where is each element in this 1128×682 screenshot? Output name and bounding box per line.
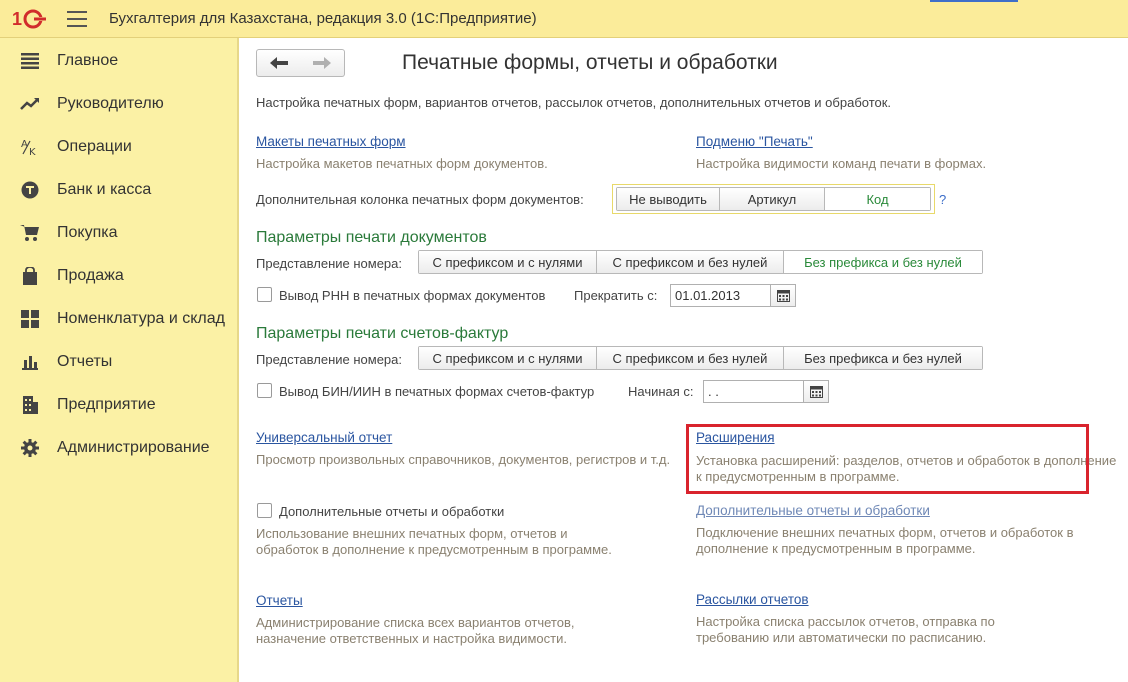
doc-number-label: Представление номера:	[256, 256, 402, 271]
sidebar-item-nomenclature[interactable]: Номенклатура и склад	[0, 299, 237, 339]
sidebar-item-manager[interactable]: Руководителю	[0, 84, 237, 124]
mailing-desc: Настройка списка рассылок отчетов, отпра…	[696, 614, 995, 645]
operations-icon: AK	[20, 137, 40, 157]
trend-icon	[20, 94, 40, 114]
doc-number-option[interactable]: С префиксом и без нулей	[597, 251, 784, 273]
bar-chart-icon	[20, 352, 40, 372]
extra-column-selector: Не выводить Артикул Код	[616, 187, 931, 211]
sidebar-item-sales[interactable]: Продажа	[0, 256, 237, 296]
back-button[interactable]	[256, 49, 301, 77]
sidebar-item-purchase[interactable]: Покупка	[0, 213, 237, 253]
invoice-number-option[interactable]: Без префикса и без нулей	[784, 347, 982, 369]
sidebar-item-administration[interactable]: Администрирование	[0, 428, 237, 468]
sidebar-item-bank[interactable]: Банк и касса	[0, 170, 237, 210]
bin-label: Вывод БИН/ИИН в печатных формах счетов-ф…	[279, 384, 595, 399]
sidebar-item-label: Покупка	[57, 224, 118, 241]
additional-reports-checkbox[interactable]	[257, 503, 272, 518]
invoice-number-option[interactable]: С префиксом и с нулями	[419, 347, 597, 369]
stop-date-input[interactable]: 01.01.2013	[670, 284, 771, 307]
bin-checkbox[interactable]	[257, 383, 272, 398]
bag-icon	[20, 266, 40, 286]
sidebar-item-label: Администрирование	[57, 439, 210, 456]
sidebar-item-label: Предприятие	[57, 396, 156, 413]
start-date-label: Начиная с:	[628, 384, 694, 399]
calendar-button[interactable]	[803, 380, 829, 403]
invoice-number-selector: С префиксом и с нулями С префиксом и без…	[418, 346, 983, 370]
reports-link[interactable]: Отчеты	[256, 593, 303, 608]
highlight-frame	[686, 424, 1089, 494]
calendar-icon	[809, 386, 823, 398]
grid-icon	[20, 309, 40, 329]
reports-desc: Администрирование списка всех вариантов …	[256, 615, 575, 646]
page-intro: Настройка печатных форм, вариантов отчет…	[256, 95, 892, 110]
arrow-left-icon	[269, 57, 288, 69]
cart-icon	[20, 223, 40, 243]
svg-text:K: K	[29, 147, 36, 156]
invoice-number-option[interactable]: С префиксом и без нулей	[597, 347, 784, 369]
extra-column-option-selected[interactable]: Код	[825, 188, 930, 210]
sidebar-item-label: Руководителю	[57, 95, 164, 112]
rnn-label: Вывод РНН в печатных формах документов	[279, 288, 546, 303]
sidebar-item-operations[interactable]: AK Операции	[0, 127, 237, 167]
1c-logo[interactable]: 1	[12, 8, 48, 30]
arrow-right-icon	[313, 57, 331, 69]
sidebar-item-label: Отчеты	[57, 353, 113, 370]
sidebar: Главное Руководителю AK Операции Банк и …	[0, 38, 239, 682]
start-date-input[interactable]: . .	[703, 380, 804, 403]
svg-text:A: A	[21, 139, 28, 150]
invoice-number-label: Представление номера:	[256, 352, 402, 367]
doc-number-selector: С префиксом и с нулями С префиксом и без…	[418, 250, 983, 274]
title-bar: 1 Бухгалтерия для Казахстана, редакция 3…	[0, 0, 1128, 38]
print-submenu-link[interactable]: Подменю "Печать"	[696, 134, 813, 149]
additional-reports-label: Дополнительные отчеты и обработки	[279, 504, 505, 519]
calendar-button[interactable]	[770, 284, 796, 307]
help-link[interactable]: ?	[939, 192, 946, 207]
additional-reports-link[interactable]: Дополнительные отчеты и обработки	[696, 503, 930, 518]
sidebar-item-label: Главное	[57, 52, 119, 69]
extra-column-option[interactable]: Не выводить	[617, 188, 720, 210]
extra-column-label: Дополнительная колонка печатных форм док…	[256, 192, 584, 207]
coin-icon	[20, 180, 40, 200]
section-doc-print: Параметры печати документов	[256, 229, 487, 246]
sidebar-item-enterprise[interactable]: Предприятие	[0, 385, 237, 425]
gear-icon	[20, 438, 40, 458]
list-icon	[20, 51, 40, 71]
extra-column-option[interactable]: Артикул	[720, 188, 825, 210]
section-invoice-print: Параметры печати счетов-фактур	[256, 325, 509, 342]
doc-number-option-selected[interactable]: Без префикса и без нулей	[784, 251, 982, 273]
doc-number-option[interactable]: С префиксом и с нулями	[419, 251, 597, 273]
sidebar-item-label: Операции	[57, 138, 132, 155]
app-title: Бухгалтерия для Казахстана, редакция 3.0…	[109, 10, 537, 27]
sidebar-item-label: Продажа	[57, 267, 124, 284]
stop-date-label: Прекратить с:	[574, 288, 658, 303]
sidebar-item-label: Банк и касса	[57, 181, 152, 198]
sidebar-item-reports[interactable]: Отчеты	[0, 342, 237, 382]
print-submenu-desc: Настройка видимости команд печати в форм…	[696, 156, 987, 171]
print-layouts-desc: Настройка макетов печатных форм документ…	[256, 156, 548, 171]
sidebar-item-main[interactable]: Главное	[0, 41, 237, 81]
additional-reports-desc: Использование внешних печатных форм, отч…	[256, 526, 612, 557]
sidebar-item-label: Номенклатура и склад	[57, 310, 225, 327]
rnn-checkbox[interactable]	[257, 287, 272, 302]
page-title: Печатные формы, отчеты и обработки	[402, 51, 778, 74]
svg-text:1: 1	[12, 9, 22, 29]
forward-button[interactable]	[300, 49, 345, 77]
calendar-icon	[776, 290, 790, 302]
building-icon	[20, 395, 40, 415]
universal-report-link[interactable]: Универсальный отчет	[256, 430, 392, 445]
topbar-accent	[930, 0, 1018, 2]
main-content: Печатные формы, отчеты и обработки Настр…	[241, 38, 1128, 682]
additional-reports-link-desc: Подключение внешних печатных форм, отчет…	[696, 525, 1074, 556]
print-layouts-link[interactable]: Макеты печатных форм	[256, 134, 406, 149]
menu-icon[interactable]	[67, 11, 87, 27]
universal-report-desc: Просмотр произвольных справочников, доку…	[256, 452, 671, 467]
mailing-link[interactable]: Рассылки отчетов	[696, 592, 809, 607]
